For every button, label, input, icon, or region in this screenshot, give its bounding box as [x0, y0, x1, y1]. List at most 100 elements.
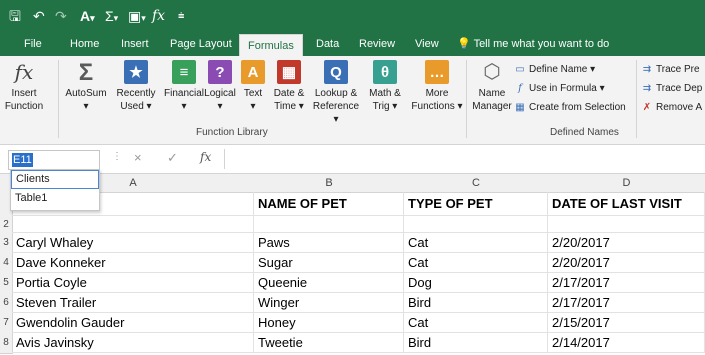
- table-cell[interactable]: Bird: [404, 333, 548, 353]
- function-library-sublabel: Reference ▾: [312, 101, 360, 125]
- tab-insert[interactable]: Insert: [121, 32, 149, 56]
- column-header-c[interactable]: C: [404, 174, 549, 193]
- divider: [58, 60, 59, 138]
- table-cell[interactable]: Gwendolin Gauder: [12, 313, 254, 333]
- function-category-icon: ?: [208, 60, 232, 84]
- function-category-icon: ★: [124, 60, 148, 84]
- table-cell[interactable]: 2/14/2017: [548, 333, 705, 353]
- trace-dependents-button[interactable]: ⇉ Trace Dep: [641, 81, 703, 97]
- function-category-icon: Q: [324, 60, 348, 84]
- redo-icon[interactable]: ↷: [55, 7, 67, 25]
- table-cell[interactable]: [548, 216, 705, 233]
- function-library-button[interactable]: … More Functions ▾: [410, 60, 464, 113]
- font-color-icon[interactable]: A▾: [80, 7, 95, 25]
- define-name-button[interactable]: ▭ Define Name ▾: [514, 62, 595, 78]
- function-library-sublabel: ▾: [83, 101, 89, 112]
- table-cell[interactable]: 2/17/2017: [548, 273, 705, 293]
- trace-dependents-icon: ⇉: [642, 83, 652, 94]
- enter-icon[interactable]: ✓: [167, 150, 178, 166]
- function-library-label: AutoSum: [65, 88, 107, 99]
- tab-formulas[interactable]: Formulas: [239, 34, 303, 57]
- quick-access-toolbar: 🖫 ↶ ↷ A▾ Σ▾ ▣▾ fx ⩧: [0, 0, 705, 32]
- function-library-button[interactable]: A Text ▾: [240, 60, 266, 113]
- remove-arrows-button[interactable]: ✗ Remove A: [641, 100, 702, 116]
- function-library-button[interactable]: Σ AutoSum ▾: [62, 60, 110, 113]
- dropdown-item-clients[interactable]: Clients: [11, 170, 99, 189]
- table-cell[interactable]: Queenie: [254, 273, 404, 293]
- function-library-button[interactable]: ? Logical ▾: [200, 60, 240, 113]
- table-cell[interactable]: Paws: [254, 233, 404, 253]
- function-library-label: More: [425, 88, 449, 99]
- function-category-icon: ▦: [277, 60, 301, 84]
- table-cell[interactable]: Dave Konneker: [12, 253, 254, 273]
- function-library-label: Lookup &: [314, 88, 358, 99]
- grid-icon: ▦: [515, 102, 525, 113]
- header-cell[interactable]: NAME OF PET: [254, 192, 404, 216]
- insert-function-button[interactable]: fx Insert Function: [4, 60, 44, 113]
- table-cell[interactable]: 2/17/2017: [548, 293, 705, 313]
- tab-review[interactable]: Review: [359, 32, 395, 56]
- name-manager-icon: ⬡: [483, 60, 501, 83]
- table-cell[interactable]: 2/20/2017: [548, 233, 705, 253]
- tab-home[interactable]: Home: [70, 32, 99, 56]
- insert-function-icon[interactable]: fx: [200, 150, 211, 164]
- table-cell[interactable]: Portia Coyle: [12, 273, 254, 293]
- lightbulb-icon: 💡: [457, 38, 471, 50]
- function-library-label: Text: [243, 88, 263, 99]
- divider: [466, 60, 467, 138]
- function-library-button[interactable]: θ Math & Trig ▾: [362, 60, 408, 113]
- function-category-icon: ≡: [172, 60, 196, 84]
- remove-arrows-icon: ✗: [642, 102, 652, 113]
- function-library-sublabel: Time ▾: [274, 101, 304, 112]
- tab-file[interactable]: File: [24, 32, 42, 56]
- function-library-sublabel: ▾: [217, 101, 223, 112]
- table-cell[interactable]: Cat: [404, 313, 548, 333]
- dropdown-item-table1[interactable]: Table1: [11, 189, 99, 208]
- fx-icon: fx: [14, 59, 34, 84]
- function-library-button[interactable]: ▦ Date & Time ▾: [268, 60, 310, 113]
- tell-me-box[interactable]: 💡 Tell me what you want to do: [457, 32, 609, 56]
- tag-icon: ▭: [515, 64, 525, 75]
- trace-precedents-button[interactable]: ⇉ Trace Pre: [641, 62, 700, 78]
- table-cell[interactable]: [12, 216, 254, 233]
- table-cell[interactable]: Winger: [254, 293, 404, 313]
- function-library-sublabel: Functions ▾: [411, 101, 463, 112]
- table-cell[interactable]: Steven Trailer: [12, 293, 254, 313]
- table-cell[interactable]: Tweetie: [254, 333, 404, 353]
- header-cell[interactable]: DATE OF LAST VISIT: [548, 192, 705, 216]
- undo-icon[interactable]: ↶: [33, 7, 45, 25]
- header-cell[interactable]: TYPE OF PET: [404, 192, 548, 216]
- table-cell[interactable]: [254, 216, 404, 233]
- autosum-icon[interactable]: Σ▾: [105, 7, 118, 25]
- table-cell[interactable]: 2/20/2017: [548, 253, 705, 273]
- table-cell[interactable]: Honey: [254, 313, 404, 333]
- function-library-button[interactable]: ★ Recently Used ▾: [111, 60, 161, 113]
- table-cell[interactable]: Sugar: [254, 253, 404, 273]
- trace-precedents-icon: ⇉: [642, 64, 652, 75]
- table-cell[interactable]: Caryl Whaley: [12, 233, 254, 253]
- table-cell[interactable]: Cat: [404, 253, 548, 273]
- insert-shape-icon[interactable]: ▣▾: [128, 7, 146, 25]
- create-from-selection-button[interactable]: ▦ Create from Selection: [514, 100, 625, 116]
- function-category-icon: A: [241, 60, 265, 84]
- column-header-d[interactable]: D: [548, 174, 705, 193]
- function-library-button[interactable]: Q Lookup & Reference ▾: [310, 60, 362, 126]
- table-cell[interactable]: Bird: [404, 293, 548, 313]
- fx-icon[interactable]: fx: [152, 7, 165, 25]
- name-box[interactable]: E11: [8, 150, 100, 170]
- table-cell[interactable]: Dog: [404, 273, 548, 293]
- cancel-icon[interactable]: ×: [134, 150, 142, 165]
- tab-view[interactable]: View: [415, 32, 439, 56]
- table-cell[interactable]: [404, 216, 548, 233]
- save-icon[interactable]: 🖫: [9, 7, 21, 25]
- table-cell[interactable]: Cat: [404, 233, 548, 253]
- name-manager-button[interactable]: ⬡ Name Manager: [472, 60, 512, 113]
- table-cell[interactable]: 2/15/2017: [548, 313, 705, 333]
- formula-input[interactable]: [224, 149, 705, 169]
- customize-icon[interactable]: ⩧: [178, 7, 184, 25]
- tab-data[interactable]: Data: [316, 32, 339, 56]
- tab-page-layout[interactable]: Page Layout: [170, 32, 232, 56]
- column-header-b[interactable]: B: [254, 174, 405, 193]
- use-in-formula-button[interactable]: f Use in Formula ▾: [514, 81, 604, 97]
- table-cell[interactable]: Avis Javinsky: [12, 333, 254, 353]
